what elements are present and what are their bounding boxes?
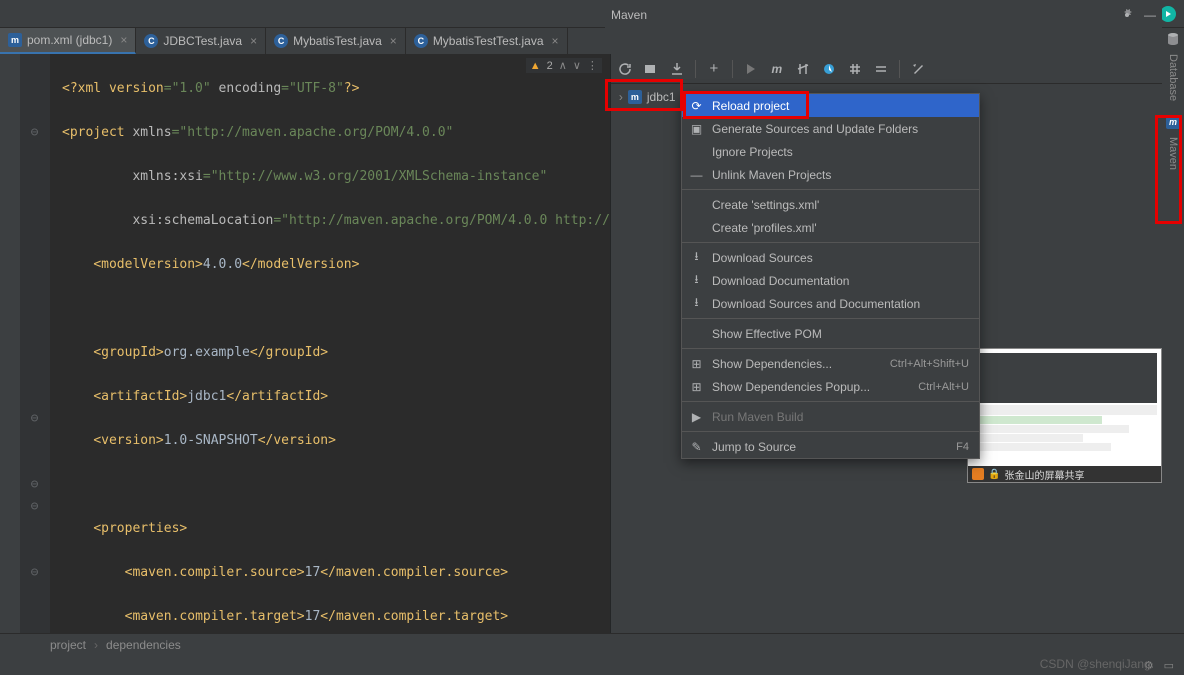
menu-separator <box>682 189 979 190</box>
expand-arrow-icon[interactable]: › <box>619 90 623 104</box>
gutter: ⊖ ⊖⊖⊖ ⊖⊖ ⊖⊖ <box>20 54 50 633</box>
maven-module-icon: m <box>628 90 642 104</box>
menu-separator <box>682 401 979 402</box>
menu-item-unlink-projects[interactable]: —Unlink Maven Projects <box>682 163 979 186</box>
java-class-icon: C <box>274 34 288 48</box>
status-bar: ⚙ ▭ <box>0 655 1184 675</box>
menu-item-download-sources[interactable]: ⭳Download Sources <box>682 246 979 269</box>
maven-tab[interactable]: Maven <box>1165 129 1181 178</box>
maven-icon: m <box>1166 115 1180 129</box>
maven-toolbar: + m <box>611 54 1184 84</box>
menu-separator <box>682 431 979 432</box>
lock-icon: 🔒 <box>988 469 1000 480</box>
breadcrumb-bar: project › dependencies <box>0 633 1184 655</box>
inspection-widget[interactable]: ▲ 2 ∧ ∨ ⋮ <box>526 58 602 73</box>
run-icon[interactable] <box>743 61 759 77</box>
share-caption-bar: 🔒 张金山的屏幕共享 <box>968 466 1161 482</box>
breadcrumb-item[interactable]: project <box>50 638 86 652</box>
chevron-down-icon[interactable]: ∨ <box>573 59 581 72</box>
java-class-icon: C <box>414 34 428 48</box>
menu-item-generate-sources[interactable]: ▣Generate Sources and Update Folders <box>682 117 979 140</box>
code-content[interactable]: <?xml version="1.0" encoding="UTF-8"?> <… <box>50 54 610 633</box>
editor-tabs: m pom.xml (jdbc1) × C JDBCTest.java × C … <box>0 28 1184 54</box>
menu-item-download-docs[interactable]: ⭳Download Documentation <box>682 269 979 292</box>
close-icon[interactable]: × <box>120 33 127 47</box>
close-icon[interactable]: × <box>390 34 397 48</box>
database-tab[interactable]: Database <box>1165 46 1181 109</box>
menu-item-run-maven: ▶Run Maven Build <box>682 405 979 428</box>
left-gutter-strip <box>0 54 20 633</box>
database-icon <box>1166 32 1180 46</box>
graph-icon: ⊞ <box>689 357 704 371</box>
m-icon[interactable]: m <box>769 61 785 77</box>
offline-icon[interactable] <box>821 61 837 77</box>
avatar-icon <box>972 468 984 480</box>
share-label: 张金山的屏幕共享 <box>1004 467 1084 482</box>
tab-label: JDBCTest.java <box>163 34 242 48</box>
maven-panel-title: Maven <box>611 8 647 22</box>
editor: ▲ 2 ∧ ∨ ⋮ ⊖ ⊖⊖⊖ ⊖⊖ ⊖⊖ <?xml version="1.0… <box>20 54 610 633</box>
close-icon[interactable]: × <box>552 34 559 48</box>
warning-icon: ▲ <box>530 60 541 72</box>
expand-icon[interactable] <box>873 61 889 77</box>
menu-item-effective-pom[interactable]: Show Effective POM <box>682 322 979 345</box>
add-icon[interactable]: + <box>706 61 722 77</box>
codewithme-icon[interactable] <box>1160 6 1176 22</box>
tab-mybatistest[interactable]: C MybatisTest.java × <box>266 28 406 54</box>
collapse-icon[interactable] <box>847 61 863 77</box>
pencil-icon: ✎ <box>689 440 704 454</box>
separator <box>732 60 733 78</box>
menu-separator <box>682 318 979 319</box>
tab-pom-xml[interactable]: m pom.xml (jdbc1) × <box>0 28 136 54</box>
settings-icon[interactable] <box>910 61 926 77</box>
tab-label: MybatisTestTest.java <box>433 34 544 48</box>
minus-icon: — <box>689 168 704 182</box>
minimize-icon[interactable]: — <box>1144 8 1156 22</box>
more-icon[interactable]: ⋮ <box>587 59 598 72</box>
main-area: ▲ 2 ∧ ∨ ⋮ ⊖ ⊖⊖⊖ ⊖⊖ ⊖⊖ <?xml version="1.0… <box>0 54 1184 633</box>
download-icon: ⭳ <box>689 247 704 268</box>
tab-label: pom.xml (jdbc1) <box>27 33 112 47</box>
tab-jdbctest[interactable]: C JDBCTest.java × <box>136 28 266 54</box>
menu-item-show-deps[interactable]: ⊞Show Dependencies...Ctrl+Alt+Shift+U <box>682 352 979 375</box>
play-icon: ▶ <box>689 410 704 424</box>
watermark: CSDN @shenqiJang. <box>1040 657 1154 671</box>
warning-count: 2 <box>547 60 553 72</box>
tab-mybatistesttest[interactable]: C MybatisTestTest.java × <box>406 28 568 54</box>
reload-icon[interactable] <box>617 61 633 77</box>
separator <box>695 60 696 78</box>
java-class-icon: C <box>144 34 158 48</box>
skip-tests-icon[interactable] <box>795 61 811 77</box>
menu-item-show-deps-popup[interactable]: ⊞Show Dependencies Popup...Ctrl+Alt+U <box>682 375 979 398</box>
chevron-up-icon[interactable]: ∧ <box>559 59 567 72</box>
menu-item-create-profiles[interactable]: Create 'profiles.xml' <box>682 216 979 239</box>
project-name: jdbc1 <box>647 90 676 104</box>
separator <box>899 60 900 78</box>
generate-folders-icon[interactable] <box>643 61 659 77</box>
folder-gear-icon: ▣ <box>689 122 704 136</box>
right-tool-strip: Database m Maven <box>1162 28 1184 633</box>
close-icon[interactable]: × <box>250 34 257 48</box>
code-editor[interactable]: ⊖ ⊖⊖⊖ ⊖⊖ ⊖⊖ <?xml version="1.0" encoding… <box>20 54 610 633</box>
breadcrumb-item[interactable]: dependencies <box>106 638 181 652</box>
download-icon: ⭳ <box>689 270 704 291</box>
screen-share-thumbnail[interactable]: 🔒 张金山的屏幕共享 <box>967 348 1162 483</box>
menu-separator <box>682 348 979 349</box>
maven-context-menu: ⟳Reload project ▣Generate Sources and Up… <box>681 93 980 459</box>
maven-file-icon: m <box>8 33 22 47</box>
download-icon[interactable] <box>669 61 685 77</box>
menu-item-jump-source[interactable]: ✎Jump to SourceF4 <box>682 435 979 458</box>
menu-item-ignore-projects[interactable]: Ignore Projects <box>682 140 979 163</box>
memory-indicator[interactable]: ▭ <box>1164 659 1174 672</box>
tab-label: MybatisTest.java <box>293 34 382 48</box>
menu-separator <box>682 242 979 243</box>
menu-item-download-both[interactable]: ⭳Download Sources and Documentation <box>682 292 979 315</box>
reload-icon: ⟳ <box>689 99 704 113</box>
breadcrumb-separator: › <box>94 638 98 652</box>
menu-item-reload-project[interactable]: ⟳Reload project <box>682 94 979 117</box>
download-icon: ⭳ <box>689 293 704 314</box>
menu-item-create-settings[interactable]: Create 'settings.xml' <box>682 193 979 216</box>
graph-icon: ⊞ <box>689 380 704 394</box>
gear-icon[interactable] <box>1120 8 1134 22</box>
